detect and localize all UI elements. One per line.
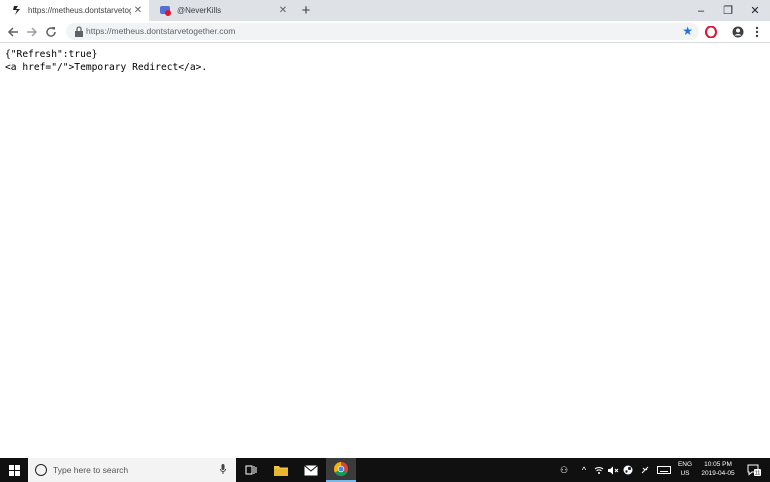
lock-icon [75, 26, 83, 37]
chevron-up-icon[interactable]: ^ [578, 458, 590, 482]
taskbar-search-box[interactable]: Type here to search [28, 458, 236, 482]
steam-icon[interactable] [622, 458, 634, 482]
response-body: {"Refresh":true} <a href="/">Temporary R… [5, 48, 207, 74]
language-indicator[interactable]: ENG US [674, 460, 696, 478]
address-bar[interactable]: https://metheus.dontstarvetogether.com ★ [66, 23, 699, 40]
windows-taskbar: Type here to search ⚇ ^ ENG US 10:05 PM … [0, 458, 770, 482]
folder-icon [274, 465, 288, 476]
action-center-button[interactable]: 11 [742, 458, 766, 482]
windows-logo-icon [8, 464, 20, 476]
tab-close-icon[interactable]: ✕ [276, 4, 290, 18]
url-text: https://metheus.dontstarvetogether.com [86, 26, 236, 36]
region-code: US [680, 470, 690, 477]
browser-toolbar: https://metheus.dontstarvetogether.com ★ [0, 21, 770, 43]
task-view-icon [245, 465, 257, 475]
account-icon [732, 26, 744, 38]
forward-button[interactable] [23, 23, 41, 41]
back-button[interactable] [4, 23, 22, 41]
search-placeholder: Type here to search [53, 465, 129, 475]
clock-date: 2019-04-05 [701, 470, 735, 477]
volume-mute-icon[interactable] [607, 458, 619, 482]
notification-count: 11 [755, 471, 761, 476]
task-view-button[interactable] [236, 458, 266, 482]
tab-metheus[interactable]: https://metheus.dontstarvetogeth ✕ [0, 0, 149, 21]
chrome-taskbar-button[interactable] [326, 458, 356, 482]
opera-icon [705, 26, 717, 38]
kebab-menu-icon [755, 26, 759, 38]
microphone-icon[interactable] [220, 464, 226, 474]
tab-close-icon[interactable]: ✕ [131, 4, 145, 18]
notification-icon: 11 [747, 464, 761, 476]
language-code: ENG [677, 461, 693, 468]
opera-extension-button[interactable] [702, 23, 720, 41]
profile-button[interactable] [729, 23, 747, 41]
minimize-button[interactable]: – [687, 0, 715, 21]
clock-time: 10:05 PM [704, 461, 732, 468]
back-arrow-icon [7, 27, 18, 37]
people-icon[interactable]: ⚇ [557, 458, 571, 482]
youtube-icon [160, 5, 171, 16]
json-line: {"Refresh":true} [5, 49, 98, 60]
tab-strip: https://metheus.dontstarvetogeth ✕ @Neve… [0, 0, 770, 21]
forward-arrow-icon [27, 27, 38, 37]
wifi-icon[interactable] [593, 458, 605, 482]
restore-button[interactable]: ❐ [714, 0, 742, 21]
close-window-button[interactable]: ✕ [741, 0, 769, 21]
cortana-icon [35, 464, 47, 476]
reload-button[interactable] [42, 23, 60, 41]
tab-neverkills[interactable]: @NeverKills ✕ [149, 0, 294, 21]
menu-button[interactable] [748, 23, 766, 41]
clock[interactable]: 10:05 PM 2019-04-05 [698, 460, 738, 478]
mail-button[interactable] [296, 458, 326, 482]
start-button[interactable] [0, 458, 28, 482]
redirect-line: <a href="/">Temporary Redirect</a>. [5, 62, 208, 73]
keyboard-icon[interactable] [656, 458, 672, 482]
reload-icon [46, 27, 56, 37]
bookmark-star-icon[interactable]: ★ [682, 23, 693, 40]
tab-title: https://metheus.dontstarvetogeth [28, 6, 131, 15]
page-content: {"Refresh":true} <a href="/">Temporary R… [0, 43, 770, 458]
chrome-icon [334, 462, 348, 476]
new-tab-button[interactable]: + [297, 2, 315, 19]
tab-title: @NeverKills [177, 6, 222, 15]
dst-icon [11, 5, 22, 16]
mail-icon [304, 464, 318, 475]
network-plug-icon[interactable] [638, 458, 652, 482]
file-explorer-button[interactable] [266, 458, 296, 482]
